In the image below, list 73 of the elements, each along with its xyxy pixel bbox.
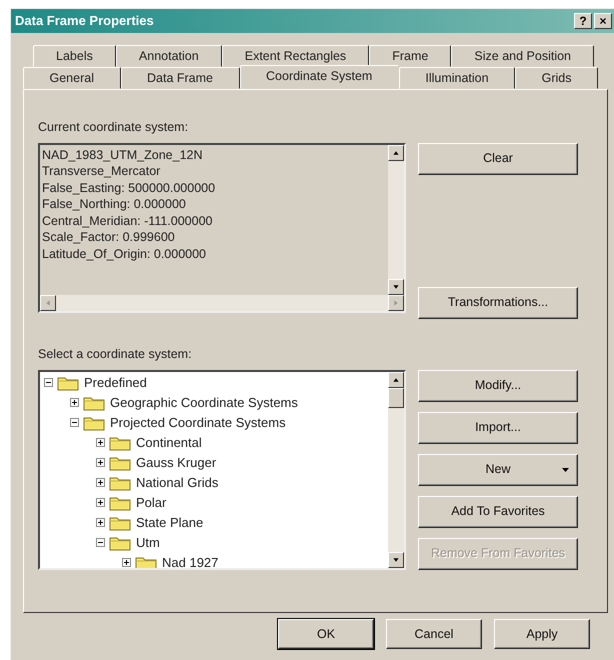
tab[interactable]: Labels — [33, 45, 116, 67]
tree-item[interactable]: Predefined — [84, 372, 147, 392]
expand-icon[interactable] — [96, 518, 105, 527]
tree-item[interactable]: Utm — [136, 532, 160, 552]
scroll-up-icon[interactable] — [388, 144, 404, 161]
text-line: Central_Meridian: -111.000000 — [42, 212, 214, 230]
scroll-right-icon[interactable] — [388, 294, 404, 311]
button[interactable]: Import... — [418, 412, 578, 444]
collapse-icon[interactable] — [44, 378, 53, 387]
button[interactable]: OK — [278, 619, 374, 649]
tree-item[interactable]: Polar — [136, 492, 166, 512]
tree-item[interactable]: National Grids — [136, 472, 218, 492]
tab[interactable]: General — [23, 67, 120, 89]
scroll-thumb[interactable] — [388, 388, 404, 408]
tab[interactable]: Data Frame — [120, 67, 240, 89]
tab[interactable]: Annotation — [116, 45, 222, 67]
horizontal-scrollbar[interactable] — [40, 294, 404, 311]
expand-icon[interactable] — [122, 558, 131, 567]
folder-icon — [109, 534, 131, 550]
folder-icon — [57, 374, 79, 390]
tab[interactable]: Extent Rectangles — [222, 45, 370, 67]
vertical-scrollbar[interactable] — [388, 372, 404, 568]
button[interactable]: Clear — [418, 142, 578, 175]
tab[interactable]: Size and Position — [451, 45, 594, 67]
tab[interactable]: Coordinate System — [240, 65, 399, 89]
expand-icon[interactable] — [96, 498, 105, 507]
folder-icon — [109, 474, 131, 490]
tree-item[interactable]: Projected Coordinate Systems — [110, 412, 286, 432]
tree-item[interactable]: State Plane — [136, 512, 204, 532]
tab[interactable]: Grids — [515, 67, 598, 89]
folder-icon — [109, 494, 131, 510]
text-line: Scale_Factor: 0.999600 — [42, 229, 176, 246]
text-line: False_Northing: 0.000000 — [42, 196, 187, 213]
expand-icon[interactable] — [70, 398, 79, 407]
folder-icon — [109, 514, 131, 530]
help-button[interactable]: ? — [574, 13, 592, 29]
vertical-scrollbar[interactable] — [388, 144, 404, 295]
window-title: Data Frame Properties — [15, 12, 155, 30]
button[interactable]: New — [418, 454, 578, 486]
expand-icon[interactable] — [96, 458, 105, 467]
tree-item[interactable]: Nad 1927 — [162, 552, 218, 568]
collapse-icon[interactable] — [96, 538, 105, 547]
button: Remove From Favorites — [418, 538, 578, 570]
tree-item[interactable]: Gauss Kruger — [136, 452, 216, 472]
scroll-left-icon[interactable] — [40, 294, 56, 311]
text-line: Latitude_Of_Origin: 0.000000 — [42, 246, 208, 262]
scroll-down-icon[interactable] — [388, 552, 404, 568]
text-line: Transverse_Mercator — [42, 163, 162, 180]
text-line: False_Easting: 500000.000000 — [42, 180, 216, 196]
button[interactable]: Modify... — [418, 370, 578, 402]
scroll-down-icon[interactable] — [388, 278, 404, 295]
button[interactable]: Transformations... — [418, 286, 578, 319]
section-label: Current coordinate system: — [38, 119, 190, 136]
folder-icon — [83, 394, 105, 410]
text-line: NAD_1983_UTM_Zone_12N — [42, 146, 204, 164]
expand-icon[interactable] — [96, 478, 105, 487]
folder-icon — [135, 554, 157, 568]
section-label: Select a coordinate system: — [38, 346, 193, 363]
scroll-up-icon[interactable] — [388, 372, 404, 388]
tab[interactable]: Frame — [369, 45, 452, 67]
tree-item[interactable]: Continental — [136, 432, 202, 452]
collapse-icon[interactable] — [70, 418, 79, 427]
folder-icon — [109, 454, 131, 470]
folder-icon — [109, 434, 131, 450]
close-button[interactable]: × — [594, 13, 612, 29]
folder-icon — [83, 414, 105, 430]
caret-icon — [562, 468, 569, 472]
button[interactable]: Add To Favorites — [418, 496, 578, 528]
button[interactable]: Cancel — [386, 619, 482, 649]
expand-icon[interactable] — [96, 438, 105, 447]
tab[interactable]: Illumination — [398, 67, 516, 89]
tree-item[interactable]: Geographic Coordinate Systems — [110, 392, 298, 412]
button[interactable]: Apply — [494, 619, 590, 649]
